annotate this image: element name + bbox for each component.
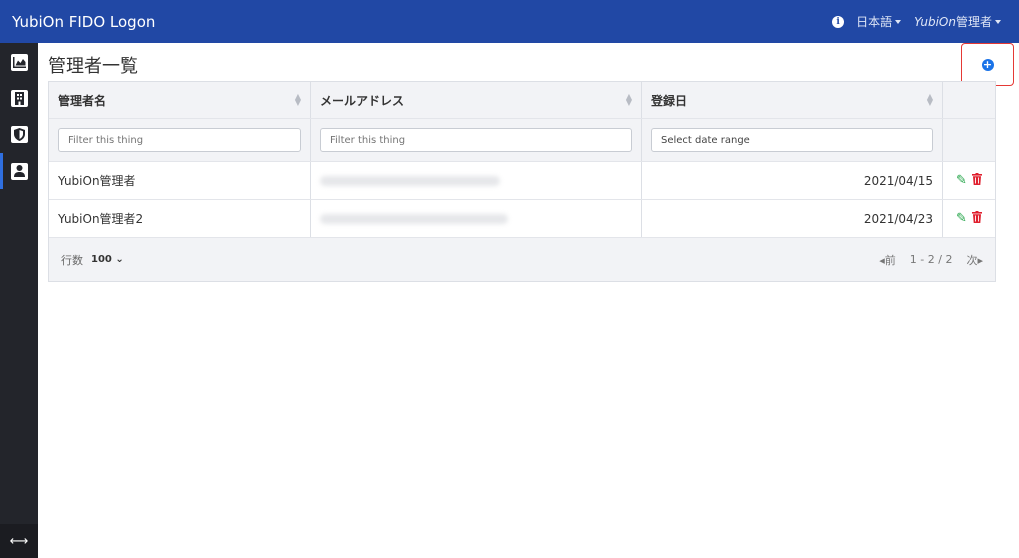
trash-icon[interactable] — [971, 173, 982, 188]
registered-date: 2021/04/15 — [642, 162, 943, 199]
caret-down-icon — [895, 19, 902, 24]
filter-row — [49, 119, 995, 162]
column-header-name[interactable]: 管理者名 ▲ ▼ — [49, 82, 311, 118]
admin-name: YubiOn管理者 — [49, 162, 311, 199]
rows-per-page-select[interactable]: 100 ⌄ — [91, 254, 124, 265]
user-name-suffix: 管理者 — [955, 15, 992, 29]
building-icon — [10, 89, 28, 107]
sidebar-item-administrators[interactable] — [0, 153, 38, 189]
rows-label: 行数 — [61, 253, 83, 267]
rows-value: 100 — [91, 254, 112, 265]
page-title: 管理者一覧 — [48, 56, 138, 77]
pagination: ◂前 1 - 2 / 2 次▸ — [879, 252, 983, 268]
table-header-row: 管理者名 ▲ ▼ メールアドレス ▲ ▼ 登録日 ▲ ▼ — [49, 82, 995, 119]
chevron-down-icon: ⌄ — [115, 254, 124, 265]
edit-icon[interactable]: ✎ — [956, 173, 967, 188]
trash-icon[interactable] — [971, 211, 982, 226]
column-header-actions — [943, 82, 995, 118]
filter-cell — [49, 119, 311, 161]
top-navbar: YubiOn FIDO Logon i 日本語 YubiOn 管理者 — [0, 0, 1019, 43]
filter-cell — [642, 119, 943, 161]
user-icon — [10, 162, 28, 180]
sidebar-item-security[interactable] — [0, 116, 38, 152]
row-actions: ✎ — [943, 200, 995, 237]
rows-per-page: 行数 100 ⌄ — [61, 252, 124, 268]
app-title[interactable]: YubiOn FIDO Logon — [12, 13, 155, 31]
language-dropdown[interactable]: 日本語 — [856, 13, 902, 30]
admin-email-redacted — [311, 200, 642, 237]
name-filter-input[interactable] — [58, 128, 301, 152]
chart-icon — [10, 53, 28, 71]
column-label: 登録日 — [651, 93, 688, 108]
next-page-button[interactable]: 次▸ — [966, 252, 983, 268]
sidebar-item-dashboard[interactable] — [0, 44, 38, 80]
caret-down-icon — [995, 19, 1001, 24]
column-label: メールアドレス — [320, 93, 405, 108]
next-label: 次 — [966, 253, 978, 267]
table-footer: 行数 100 ⌄ ◂前 1 - 2 / 2 次▸ — [49, 238, 995, 281]
row-actions: ✎ — [943, 162, 995, 199]
registered-date: 2021/04/23 — [642, 200, 943, 237]
user-name-prefix: YubiOn — [914, 14, 956, 29]
column-label: 管理者名 — [58, 93, 107, 108]
sort-icon: ▲ ▼ — [294, 92, 301, 107]
sidebar-item-organization[interactable] — [0, 80, 38, 116]
add-admin-button[interactable]: + — [981, 58, 994, 71]
filter-cell — [311, 119, 642, 161]
column-header-email[interactable]: メールアドレス ▲ ▼ — [311, 82, 642, 118]
sort-icon: ▲ ▼ — [926, 92, 933, 107]
shield-icon — [10, 125, 28, 143]
add-button-highlight: + — [961, 43, 1014, 86]
admin-table: 管理者名 ▲▼ メールアドレス ▲▼ 登録日 ▲▼ YubiOn管理者 2021… — [48, 81, 996, 282]
edit-icon[interactable]: ✎ — [956, 211, 967, 226]
sidebar: ⟷ — [0, 43, 38, 558]
sidebar-toggle-button[interactable]: ⟷ — [0, 524, 38, 558]
filter-cell — [943, 119, 995, 161]
column-header-date[interactable]: 登録日 ▲ ▼ — [642, 82, 943, 118]
navbar-right: i 日本語 YubiOn 管理者 — [832, 0, 1001, 43]
expand-arrows-icon: ⟷ — [9, 533, 29, 549]
admin-name: YubiOn管理者2 — [49, 200, 311, 237]
caret-right-icon: ▸ — [977, 253, 983, 267]
language-label: 日本語 — [856, 15, 893, 29]
prev-label: 前 — [884, 253, 896, 267]
admin-email-redacted — [311, 162, 642, 199]
page-range: 1 - 2 / 2 — [909, 253, 953, 266]
info-icon[interactable]: i — [832, 15, 845, 28]
prev-page-button[interactable]: ◂前 — [879, 252, 896, 268]
sort-icon: ▲ ▼ — [625, 92, 632, 107]
table-row: YubiOn管理者 2021/04/15 ✎ — [49, 162, 995, 200]
user-dropdown[interactable]: YubiOn 管理者 — [914, 13, 1001, 30]
table-row: YubiOn管理者2 2021/04/23 ✎ — [49, 200, 995, 238]
date-range-input[interactable] — [651, 128, 933, 152]
email-filter-input[interactable] — [320, 128, 632, 152]
